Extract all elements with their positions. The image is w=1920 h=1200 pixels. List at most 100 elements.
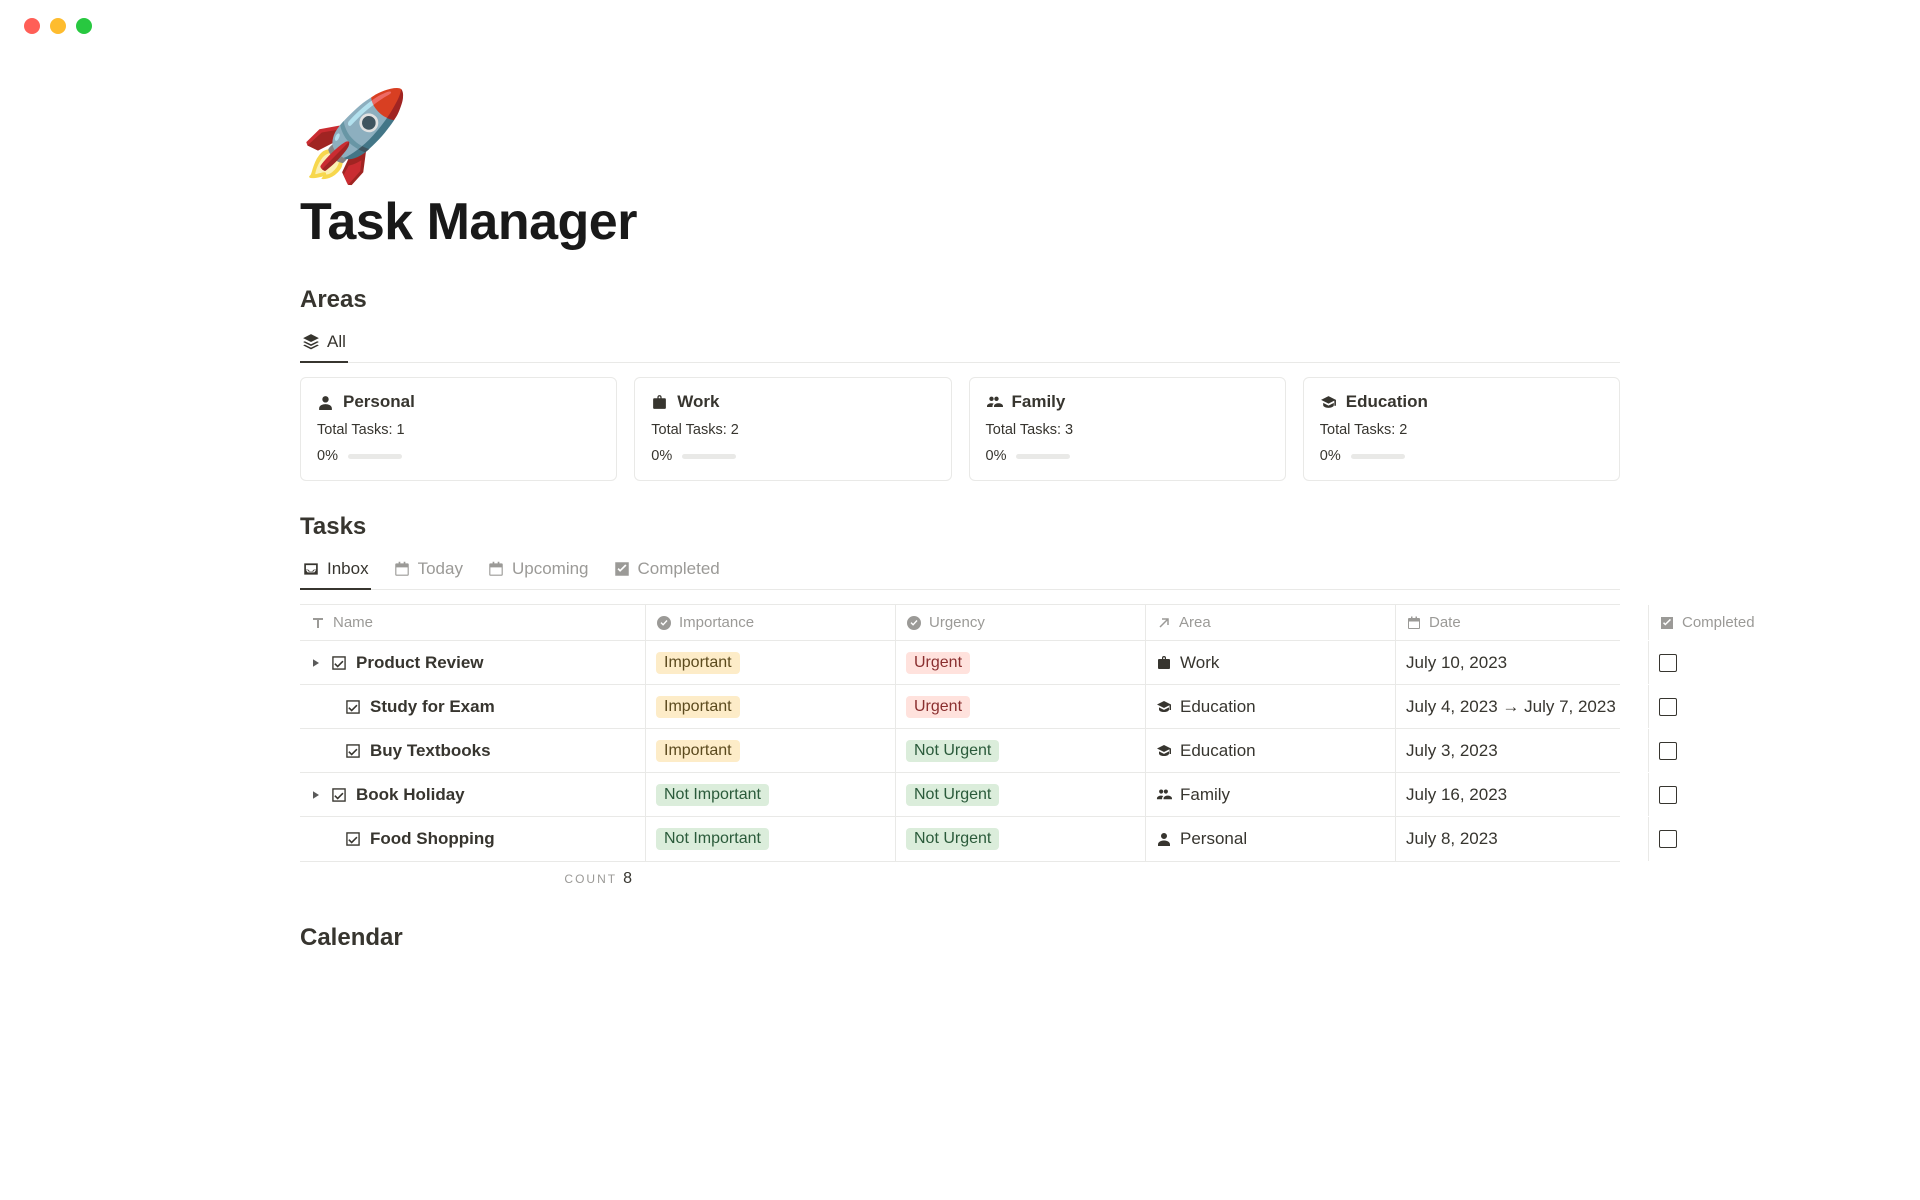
window-controls	[0, 0, 1920, 52]
area-card-percent: 0%	[1320, 448, 1341, 464]
areas-view-tabs: All	[300, 324, 1620, 363]
urgency-tag: Urgent	[906, 696, 970, 718]
area-card[interactable]: Work Total Tasks: 2 0%	[634, 377, 951, 481]
task-name: Book Holiday	[356, 785, 465, 805]
table-row[interactable]: Buy Textbooks Important Not Urgent Educa…	[300, 729, 1620, 773]
completed-checkbox[interactable]	[1659, 654, 1677, 672]
table-row[interactable]: Product Review Important Urgent Work Jul…	[300, 641, 1620, 685]
table-row[interactable]: Book Holiday Not Important Not Urgent Fa…	[300, 773, 1620, 817]
education-icon	[1156, 699, 1172, 715]
table-row[interactable]: Food Shopping Not Important Not Urgent P…	[300, 817, 1620, 861]
table-count-row: COUNT 8	[300, 862, 1620, 888]
area-card-percent: 0%	[986, 448, 1007, 464]
tasks-view-tabs: Inbox Today Upcoming Completed	[300, 551, 1620, 590]
tasks-tab-completed[interactable]: Completed	[611, 551, 722, 589]
area-cell[interactable]: Personal	[1156, 829, 1247, 849]
area-cell[interactable]: Education	[1156, 697, 1256, 717]
urgency-tag: Not Urgent	[906, 828, 999, 850]
area-card-percent: 0%	[651, 448, 672, 464]
area-card[interactable]: Education Total Tasks: 2 0%	[1303, 377, 1620, 481]
area-card-subtitle: Total Tasks: 1	[317, 422, 600, 438]
tab-label: Upcoming	[512, 559, 589, 579]
layers-icon	[302, 333, 320, 351]
window-maximize-button[interactable]	[76, 18, 92, 34]
tasks-tab-today[interactable]: Today	[391, 551, 465, 589]
col-header-urgency[interactable]: Urgency	[896, 605, 1146, 640]
task-date: July 3, 2023	[1406, 741, 1498, 761]
urgency-tag: Urgent	[906, 652, 970, 674]
window-minimize-button[interactable]	[50, 18, 66, 34]
page-icon[interactable]: 🚀	[300, 92, 1620, 180]
task-date: July 4, 2023 → July 7, 2023	[1406, 697, 1616, 717]
calendar-heading: Calendar	[300, 924, 1620, 952]
area-card-title: Personal	[343, 392, 415, 412]
completed-checkbox[interactable]	[1659, 786, 1677, 804]
count-value: 8	[623, 870, 632, 888]
tasks-tab-inbox[interactable]: Inbox	[300, 551, 371, 589]
area-cell[interactable]: Family	[1156, 785, 1230, 805]
task-date: July 16, 2023	[1406, 785, 1507, 805]
area-label: Education	[1180, 741, 1256, 761]
text-icon	[310, 615, 326, 631]
inbox-icon	[302, 560, 320, 578]
progress-bar	[348, 454, 402, 459]
area-cell[interactable]: Work	[1156, 653, 1219, 673]
area-label: Family	[1180, 785, 1230, 805]
select-icon	[656, 615, 672, 631]
window-close-button[interactable]	[24, 18, 40, 34]
task-date: July 10, 2023	[1406, 653, 1507, 673]
task-name: Buy Textbooks	[370, 741, 491, 761]
expand-toggle[interactable]	[310, 789, 322, 801]
area-card-subtitle: Total Tasks: 2	[1320, 422, 1603, 438]
expand-toggle[interactable]	[310, 657, 322, 669]
checkpage-icon	[344, 742, 362, 760]
tasks-table: Name Importance Urgency Area Date Comple…	[300, 604, 1620, 862]
table-header-row: Name Importance Urgency Area Date Comple…	[300, 605, 1620, 641]
check-icon	[613, 560, 631, 578]
importance-tag: Important	[656, 740, 740, 762]
area-card-title: Education	[1346, 392, 1428, 412]
tab-label: Today	[418, 559, 463, 579]
area-card-subtitle: Total Tasks: 2	[651, 422, 934, 438]
area-label: Education	[1180, 697, 1256, 717]
count-label: COUNT	[564, 872, 617, 886]
checkpage-icon	[344, 830, 362, 848]
importance-tag: Important	[656, 652, 740, 674]
area-cell[interactable]: Education	[1156, 741, 1256, 761]
tasks-tab-upcoming[interactable]: Upcoming	[485, 551, 591, 589]
education-icon	[1156, 743, 1172, 759]
calendar-icon	[487, 560, 505, 578]
task-name: Food Shopping	[370, 829, 495, 849]
tab-label: Inbox	[327, 559, 369, 579]
arrow-icon	[1156, 615, 1172, 631]
checkpage-icon	[330, 654, 348, 672]
col-header-area[interactable]: Area	[1146, 605, 1396, 640]
tab-label: Completed	[638, 559, 720, 579]
area-label: Work	[1180, 653, 1219, 673]
areas-tab-all[interactable]: All	[300, 324, 348, 362]
progress-bar	[682, 454, 736, 459]
area-card-title: Family	[1012, 392, 1066, 412]
col-header-date[interactable]: Date	[1396, 605, 1649, 640]
col-header-completed[interactable]: Completed	[1649, 605, 1765, 640]
area-card[interactable]: Personal Total Tasks: 1 0%	[300, 377, 617, 481]
urgency-tag: Not Urgent	[906, 740, 999, 762]
col-header-importance[interactable]: Importance	[646, 605, 896, 640]
areas-heading: Areas	[300, 286, 1620, 314]
briefcase-icon	[651, 394, 668, 411]
task-name: Product Review	[356, 653, 484, 673]
completed-checkbox[interactable]	[1659, 742, 1677, 760]
briefcase-icon	[1156, 655, 1172, 671]
area-card-subtitle: Total Tasks: 3	[986, 422, 1269, 438]
table-row[interactable]: Study for Exam Important Urgent Educatio…	[300, 685, 1620, 729]
area-card[interactable]: Family Total Tasks: 3 0%	[969, 377, 1286, 481]
col-header-name[interactable]: Name	[300, 605, 646, 640]
completed-checkbox[interactable]	[1659, 698, 1677, 716]
areas-tab-label: All	[327, 332, 346, 352]
education-icon	[1320, 394, 1337, 411]
importance-tag: Not Important	[656, 828, 769, 850]
progress-bar	[1016, 454, 1070, 459]
checkpage-icon	[344, 698, 362, 716]
completed-checkbox[interactable]	[1659, 830, 1677, 848]
group-icon	[1156, 787, 1172, 803]
